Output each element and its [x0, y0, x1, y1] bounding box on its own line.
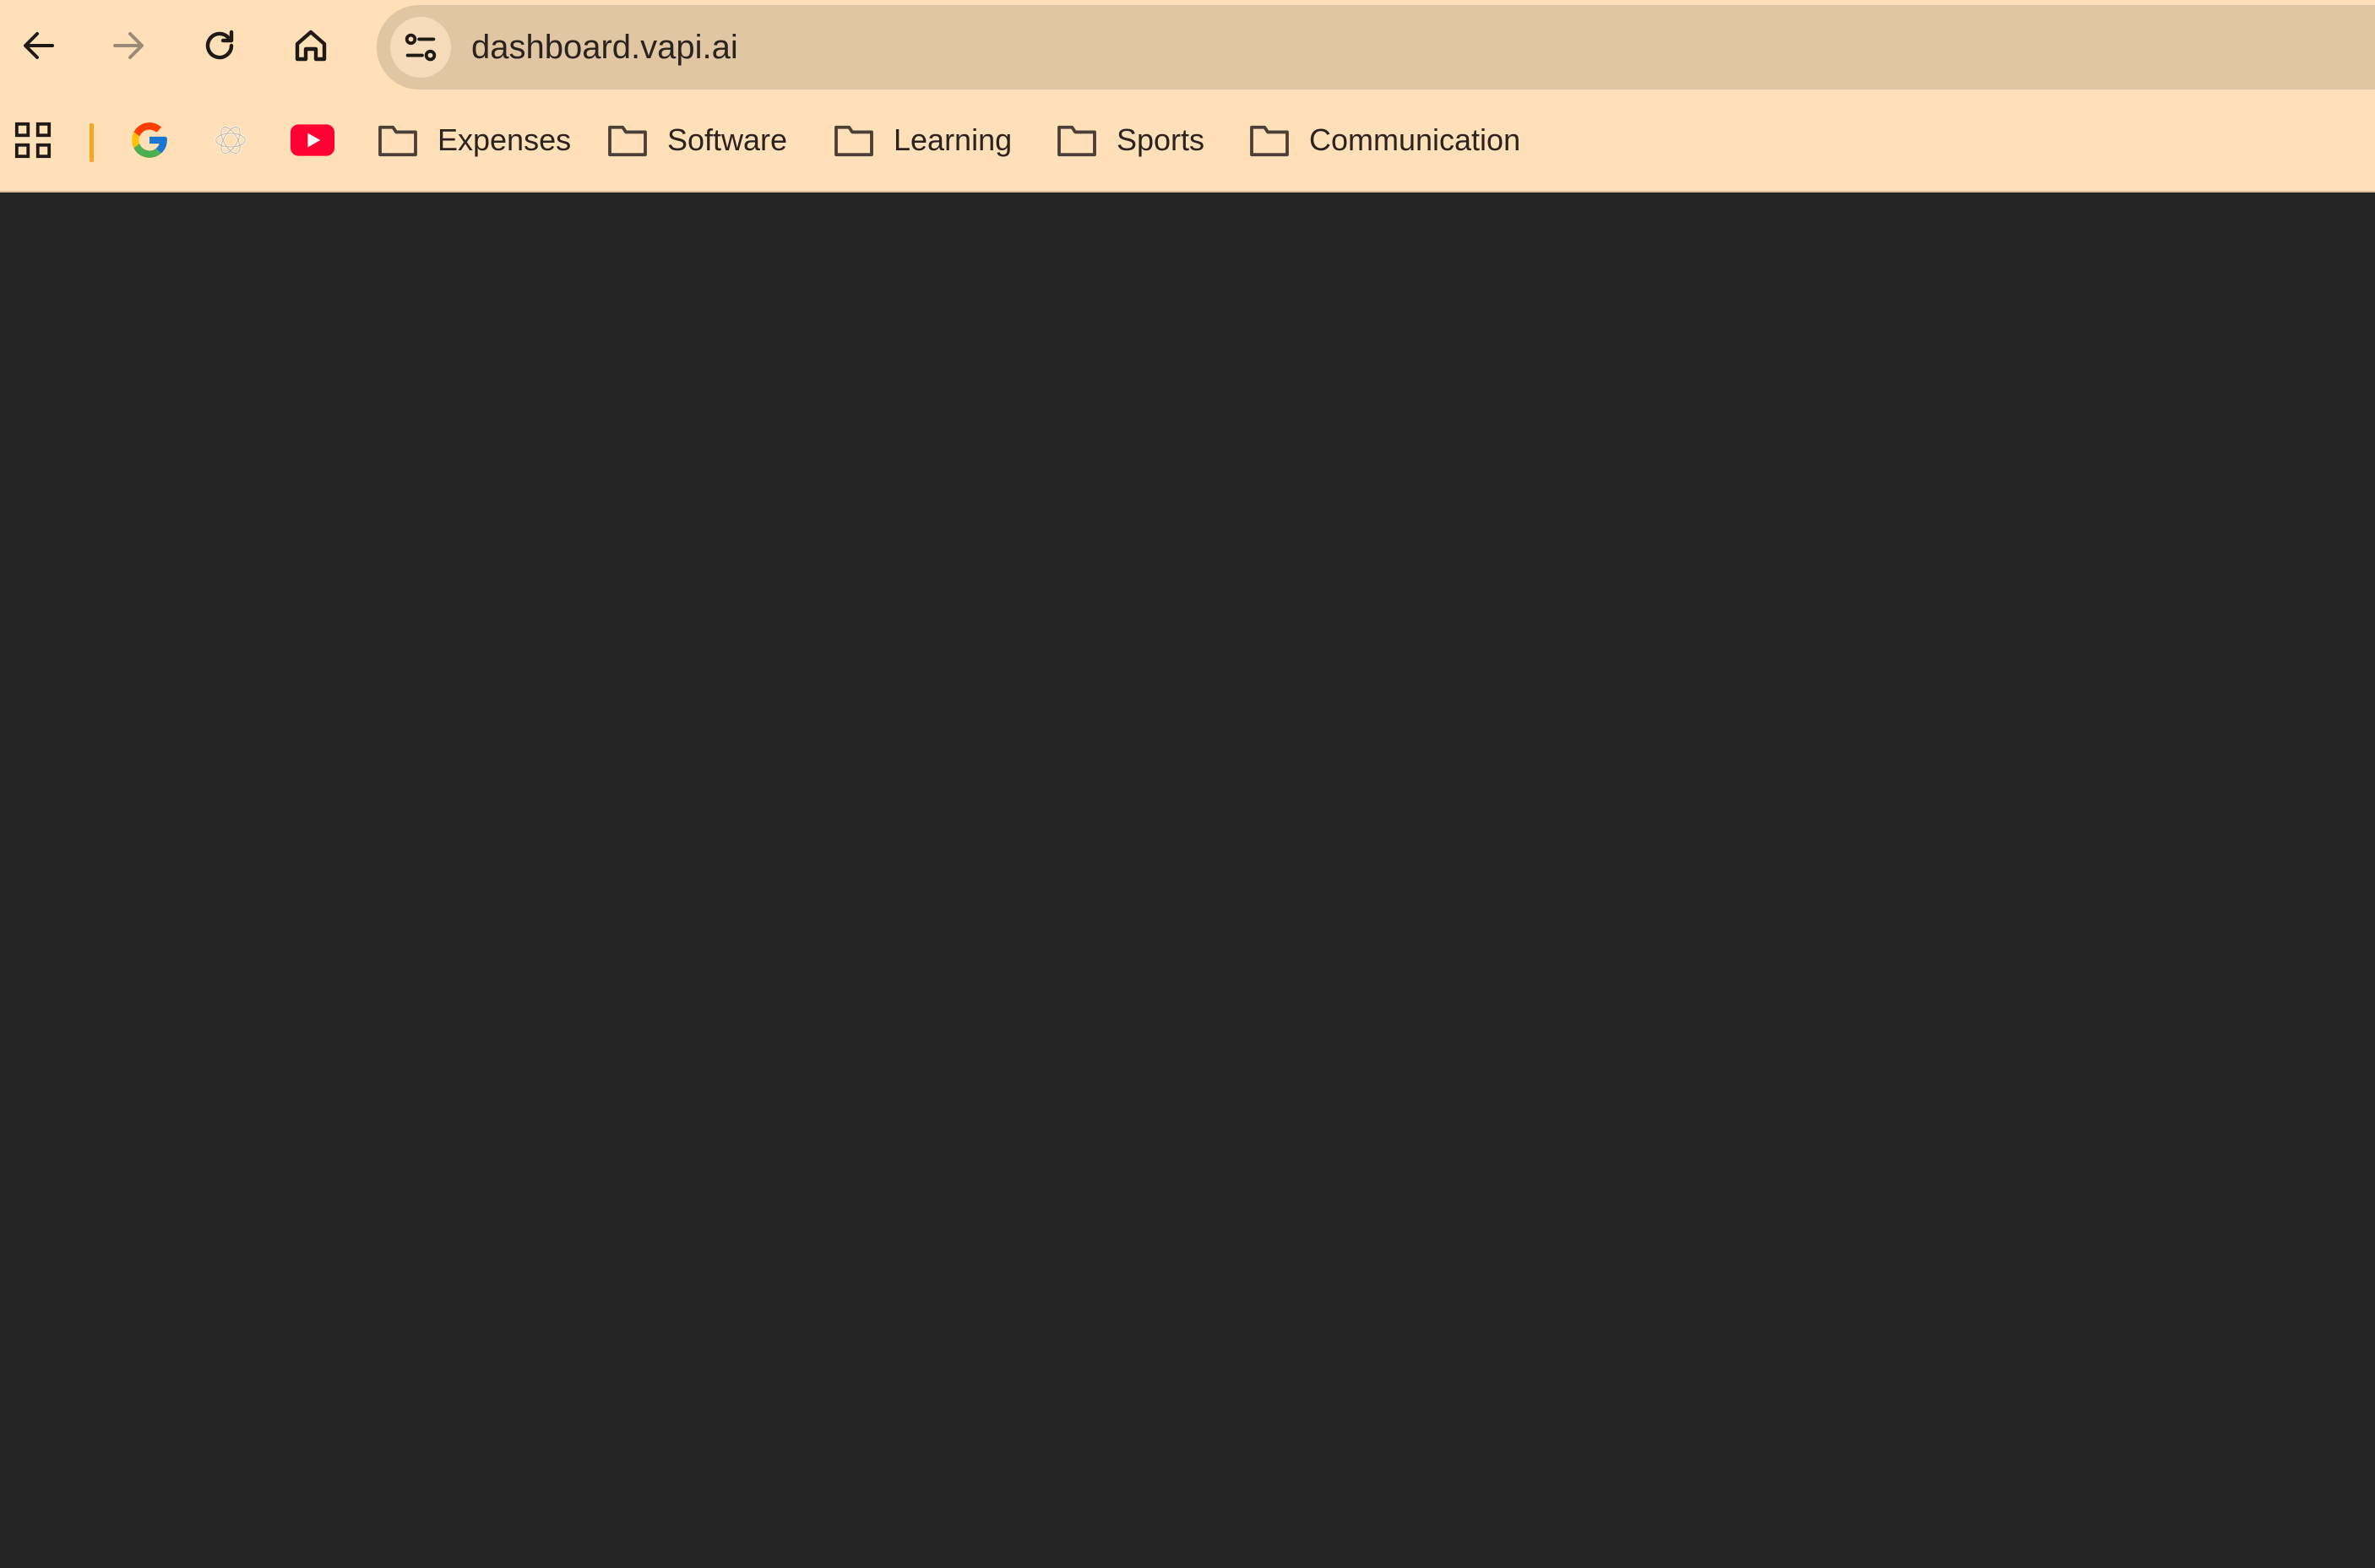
arrow-right-icon	[113, 32, 144, 59]
bookmark-google[interactable]	[128, 115, 171, 165]
browser-toolbar: dashboard.vapi.ai	[0, 0, 2375, 93]
folder-icon	[1057, 125, 1096, 157]
bookmark-label: Communication	[1309, 122, 1521, 157]
bookmark-separator	[90, 123, 94, 162]
bookmark-folder-software[interactable]: Software	[606, 115, 787, 165]
folder-icon	[378, 125, 417, 157]
back-button[interactable]	[12, 19, 66, 73]
site-info-button[interactable]	[390, 17, 451, 78]
reload-button[interactable]	[193, 19, 247, 73]
folder-icon	[834, 125, 873, 157]
reload-icon	[205, 30, 234, 60]
bookmark-label: Sports	[1117, 122, 1205, 157]
page-content	[0, 193, 2375, 1568]
bookmark-label: Software	[667, 122, 788, 157]
bookmark-label: Expenses	[438, 122, 572, 157]
folder-icon	[608, 125, 647, 157]
youtube-icon	[291, 124, 334, 156]
folder-icon	[1250, 125, 1289, 157]
apps-button[interactable]	[14, 115, 52, 165]
bookmark-youtube[interactable]	[291, 115, 334, 165]
bookmark-chatgpt[interactable]	[211, 115, 250, 165]
bookmark-folder-sports[interactable]: Sports	[1056, 115, 1204, 165]
bookmark-folder-learning[interactable]: Learning	[833, 115, 1012, 165]
google-icon	[132, 122, 167, 158]
bookmark-label: Learning	[894, 122, 1013, 157]
bookmarks-bar: Expenses Software Learning Sports Commun	[0, 106, 2375, 174]
address-bar[interactable]: dashboard.vapi.ai	[377, 5, 2375, 90]
url-text[interactable]: dashboard.vapi.ai	[471, 5, 738, 90]
openai-icon	[215, 126, 247, 155]
bookmark-folder-communication[interactable]: Communication	[1248, 115, 1520, 165]
bookmark-folder-expenses[interactable]: Expenses	[377, 115, 571, 165]
home-icon	[295, 30, 327, 62]
forward-button[interactable]	[101, 19, 155, 73]
browser-chrome: dashboard.vapi.ai Expenses Software Lear…	[0, 0, 2375, 193]
home-button[interactable]	[284, 19, 338, 73]
arrow-left-icon	[24, 32, 54, 59]
apps-grid-icon	[14, 122, 52, 159]
tune-icon	[405, 33, 437, 62]
